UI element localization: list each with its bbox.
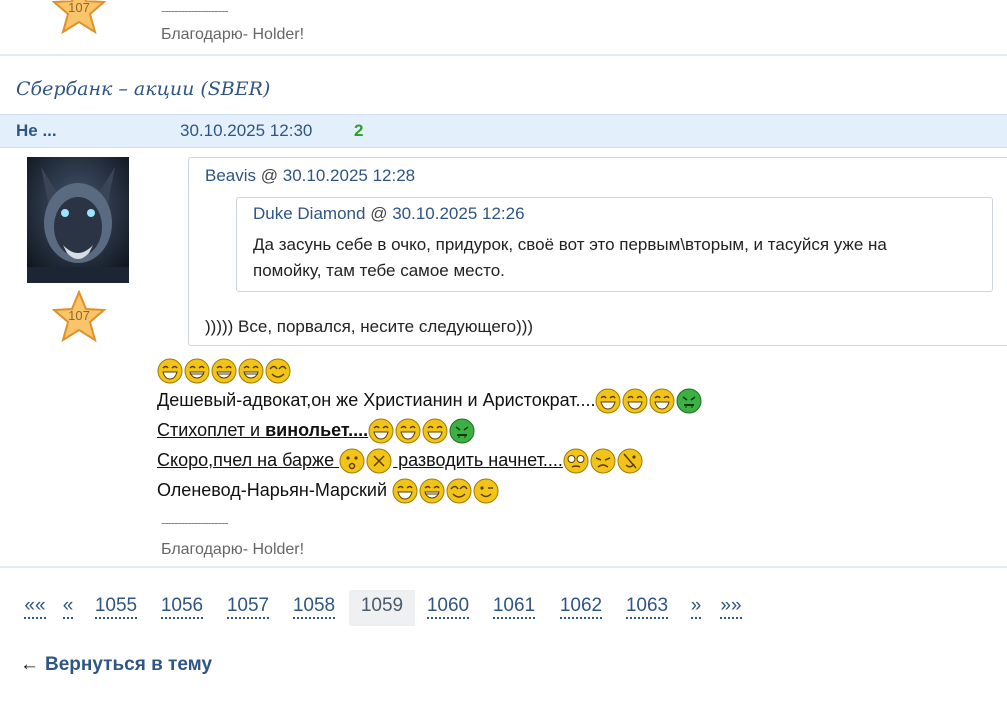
pager-page-1055[interactable]: 1055 xyxy=(90,590,142,626)
happy-smiley-icon xyxy=(265,358,291,384)
post-rating-count[interactable]: 2 xyxy=(354,121,363,141)
post-text-line-4: Скоро,пчел на барже разводить начнет.... xyxy=(157,448,644,474)
post-text-link[interactable]: Стихоплет и винольет.... xyxy=(157,420,368,440)
back-to-topic-link[interactable]: ← Вернуться в тему xyxy=(20,654,212,676)
quote-author-link[interactable]: Beavis xyxy=(205,166,256,185)
annoyed-smiley-icon xyxy=(366,448,392,474)
signature-separator: -------------------- xyxy=(161,516,229,530)
quote-text: ))))) Все, порвался, несите следующего))… xyxy=(205,317,534,336)
laughing-smiley-icon xyxy=(622,388,648,414)
pager-page-1056[interactable]: 1056 xyxy=(156,590,208,626)
post-date-link[interactable]: 30.10.2025 12:30 xyxy=(180,121,312,141)
post-text-line-5: Оленевод-Нарьян-Марский xyxy=(157,478,500,504)
pager-first-link[interactable]: «« xyxy=(20,590,50,626)
pager-page-1061[interactable]: 1061 xyxy=(488,590,540,626)
avatar[interactable] xyxy=(27,157,129,283)
grin-smiley-icon xyxy=(238,358,264,384)
pager-page-1060[interactable]: 1060 xyxy=(422,590,474,626)
arrow-left-icon: ← xyxy=(20,654,39,675)
post-divider xyxy=(0,566,1007,568)
pager-page-1062[interactable]: 1062 xyxy=(555,590,607,626)
smiley-row xyxy=(157,358,292,384)
laughing-smiley-icon xyxy=(649,388,675,414)
topic-title-link[interactable]: Сбербанк – акции (SBER) xyxy=(16,78,270,100)
confused-smiley-icon xyxy=(339,448,365,474)
nested-quote-text-line-2: помойку, там тебе самое место. xyxy=(253,261,505,280)
grin-smiley-icon xyxy=(211,358,237,384)
post-text-link[interactable]: Скоро,пчел на барже разводить начнет.... xyxy=(157,448,563,474)
pager-last-link[interactable]: »» xyxy=(718,590,744,626)
pager-current-page: 1059 xyxy=(349,590,415,626)
grin-smiley-icon xyxy=(419,478,445,504)
nested-quote-header: Duke Diamond @ 30.10.2025 12:26 xyxy=(253,204,525,223)
pager-prev-link[interactable]: « xyxy=(58,590,78,626)
nested-quote-author-link[interactable]: Duke Diamond xyxy=(253,204,365,223)
post-text-line-3: Стихоплет и винольет.... xyxy=(157,418,476,444)
pager-page-1063[interactable]: 1063 xyxy=(621,590,673,626)
pager-page-1058[interactable]: 1058 xyxy=(288,590,340,626)
star-rating-icon: 107 xyxy=(52,0,106,34)
sick-smiley-icon xyxy=(676,388,702,414)
laughing-smiley-icon xyxy=(157,358,183,384)
pager-page-1057[interactable]: 1057 xyxy=(222,590,274,626)
nested-quote-text-line-1: Да засунь себе в очко, придурок, своё во… xyxy=(253,235,887,254)
dizzy-smiley-icon xyxy=(590,448,616,474)
quote-header: Beavis @ 30.10.2025 12:28 xyxy=(205,166,416,185)
laughing-smiley-icon xyxy=(395,418,421,444)
signature-text: Благодарю- Holder! xyxy=(161,26,305,43)
dizzy-smiley-icon xyxy=(617,448,643,474)
post-author-link[interactable]: Не ... xyxy=(16,121,57,141)
pager-next-link[interactable]: » xyxy=(686,590,706,626)
post-header: Не ... 30.10.2025 12:30 2 xyxy=(0,114,1007,148)
laughing-smiley-icon xyxy=(368,418,394,444)
nerd-smiley-icon xyxy=(563,448,589,474)
laughing-smiley-icon xyxy=(422,418,448,444)
grin-smiley-icon xyxy=(184,358,210,384)
wink-smiley-icon xyxy=(473,478,499,504)
laughing-smiley-icon xyxy=(595,388,621,414)
star-rating-icon: 107 xyxy=(52,290,106,342)
happy-smiley-icon xyxy=(446,478,472,504)
sick-smiley-icon xyxy=(449,418,475,444)
quote-block: Beavis @ 30.10.2025 12:28 Duke Diamond @… xyxy=(188,157,1007,346)
nested-quote-block: Duke Diamond @ 30.10.2025 12:26 Да засун… xyxy=(236,197,993,292)
signature-text: Благодарю- Holder! xyxy=(161,541,305,558)
nested-quote-date-link[interactable]: 30.10.2025 12:26 xyxy=(392,204,524,223)
quote-date-link[interactable]: 30.10.2025 12:28 xyxy=(283,166,415,185)
signature-separator: -------------------- xyxy=(161,4,229,18)
previous-post-footer: 107 -------------------- Благодарю- Hold… xyxy=(0,0,1007,56)
laughing-smiley-icon xyxy=(392,478,418,504)
post-text-line-2: Дешевый-адвокат,он же Христианин и Арист… xyxy=(157,388,703,414)
